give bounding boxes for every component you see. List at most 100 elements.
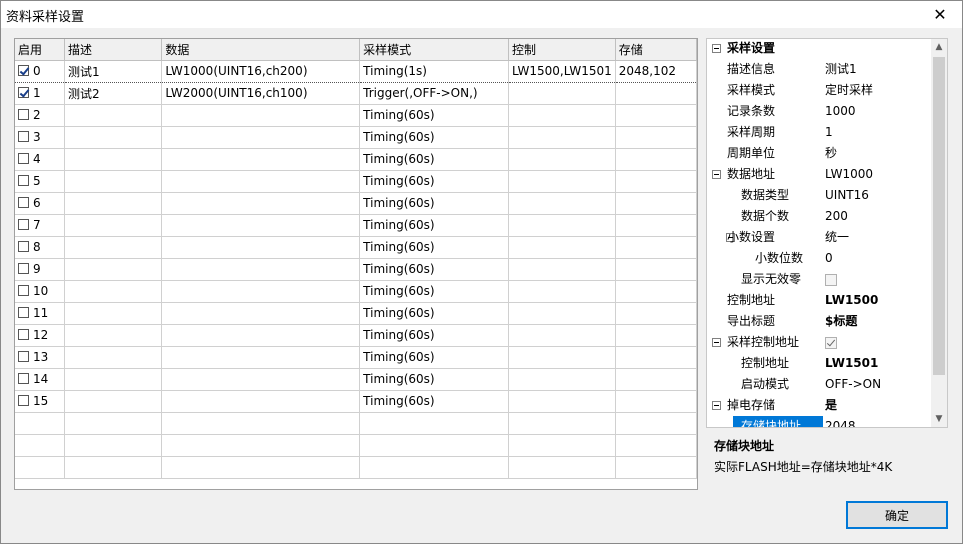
cell-desc[interactable] [64,368,163,391]
property-row[interactable]: 启动模式 OFF->ON [707,374,933,395]
enable-cell[interactable]: 14 [15,368,65,391]
cell-control[interactable] [508,192,616,215]
table-row[interactable]: 15 Timing(60s) [15,390,697,413]
property-value[interactable]: OFF->ON [825,374,881,395]
property-value[interactable]: LW1000 [825,164,873,185]
property-value[interactable] [825,332,837,353]
table-row[interactable]: 14 Timing(60s) [15,368,697,391]
enable-checkbox[interactable] [18,65,29,76]
cell-control[interactable] [508,214,616,237]
enable-cell[interactable]: 0 [15,59,65,83]
cell-data[interactable] [161,368,361,391]
property-value[interactable]: 测试1 [825,59,857,80]
cell-data[interactable]: LW2000(UINT16,ch100) [161,82,361,105]
cell-desc[interactable]: 测试2 [64,82,163,105]
property-row[interactable]: 存储块地址 2048 [707,416,933,427]
property-scrollbar[interactable]: ▲ ▼ [931,39,947,427]
enable-cell[interactable]: 7 [15,214,65,237]
cell-storage[interactable] [615,236,697,259]
cell-mode[interactable]: Timing(60s) [359,346,509,369]
column-header-enable[interactable]: 启用 [15,39,65,61]
enable-checkbox[interactable] [18,263,29,274]
cell-storage[interactable] [615,148,697,171]
property-row[interactable]: 导出标题 $标题 [707,311,933,332]
cell-data[interactable] [161,126,361,149]
property-value[interactable]: 是 [825,395,837,416]
table-row[interactable]: 5 Timing(60s) [15,170,697,193]
close-icon[interactable]: ✕ [917,0,963,28]
cell-storage[interactable] [615,346,697,369]
cell-mode[interactable]: Timing(60s) [359,368,509,391]
cell-control[interactable] [508,126,616,149]
property-row[interactable]: 显示无效零 [707,269,933,290]
cell-desc[interactable] [64,302,163,325]
property-panel[interactable]: 采样设置 描述信息 测试1 采样模式 定时采样 记录条数 1000 采样周期 1 周期单位 秒数据地… [706,38,948,428]
table-row[interactable]: 3 Timing(60s) [15,126,697,149]
property-value[interactable]: UINT16 [825,185,869,206]
cell-data[interactable] [161,214,361,237]
cell-mode[interactable]: Timing(60s) [359,236,509,259]
cell-storage[interactable] [615,302,697,325]
property-row[interactable]: 周期单位 秒 [707,143,933,164]
cell-data[interactable] [161,148,361,171]
property-value[interactable]: 秒 [825,143,837,164]
property-row[interactable]: 掉电存储 是 [707,395,933,416]
enable-checkbox[interactable] [18,395,29,406]
cell-mode[interactable]: Timing(60s) [359,324,509,347]
enable-checkbox[interactable] [18,197,29,208]
cell-desc[interactable] [64,148,163,171]
cell-storage[interactable] [615,368,697,391]
cell-storage[interactable] [615,258,697,281]
enable-cell[interactable]: 4 [15,148,65,171]
cell-control[interactable] [508,170,616,193]
property-row[interactable]: 采样控制地址 [707,332,933,353]
table-row[interactable]: 7 Timing(60s) [15,214,697,237]
cell-data[interactable] [161,192,361,215]
property-row[interactable]: 数据个数 200 [707,206,933,227]
cell-desc[interactable] [64,280,163,303]
enable-cell[interactable]: 11 [15,302,65,325]
cell-storage[interactable]: 2048,102 [615,59,697,83]
cell-desc[interactable] [64,236,163,259]
cell-storage[interactable] [615,390,697,413]
cell-desc[interactable]: 测试1 [64,59,163,83]
cell-desc[interactable] [64,126,163,149]
enable-cell[interactable]: 3 [15,126,65,149]
collapse-icon[interactable] [712,44,721,53]
cell-control[interactable] [508,236,616,259]
cell-mode[interactable]: Trigger(,OFF->ON,) [359,82,509,105]
property-row[interactable]: 采样设置 [707,39,933,59]
enable-checkbox[interactable] [18,241,29,252]
cell-control[interactable] [508,368,616,391]
property-value[interactable]: 统一 [825,227,849,248]
scroll-down-icon[interactable]: ▼ [931,411,947,427]
cell-desc[interactable] [64,104,163,127]
cell-data[interactable] [161,280,361,303]
column-header-storage[interactable]: 存储 [615,39,697,61]
enable-cell[interactable]: 9 [15,258,65,281]
cell-storage[interactable] [615,170,697,193]
table-row[interactable]: 11 Timing(60s) [15,302,697,325]
cell-data[interactable] [161,302,361,325]
cell-control[interactable] [508,302,616,325]
cell-data[interactable] [161,236,361,259]
enable-checkbox[interactable] [18,175,29,186]
scroll-up-icon[interactable]: ▲ [931,39,947,55]
enable-cell[interactable]: 8 [15,236,65,259]
cell-control[interactable] [508,280,616,303]
cell-mode[interactable]: Timing(60s) [359,192,509,215]
cell-storage[interactable] [615,82,697,105]
scroll-thumb[interactable] [933,57,945,375]
table-row[interactable]: 8 Timing(60s) [15,236,697,259]
table-row[interactable]: 12 Timing(60s) [15,324,697,347]
cell-storage[interactable] [615,214,697,237]
property-row[interactable]: 描述信息 测试1 [707,59,933,80]
table-row[interactable]: 4 Timing(60s) [15,148,697,171]
cell-desc[interactable] [64,214,163,237]
property-row[interactable]: 采样模式 定时采样 [707,80,933,101]
enable-checkbox[interactable] [18,219,29,230]
cell-control[interactable] [508,148,616,171]
cell-control[interactable] [508,324,616,347]
property-value[interactable]: LW1501 [825,353,878,374]
cell-mode[interactable]: Timing(60s) [359,148,509,171]
